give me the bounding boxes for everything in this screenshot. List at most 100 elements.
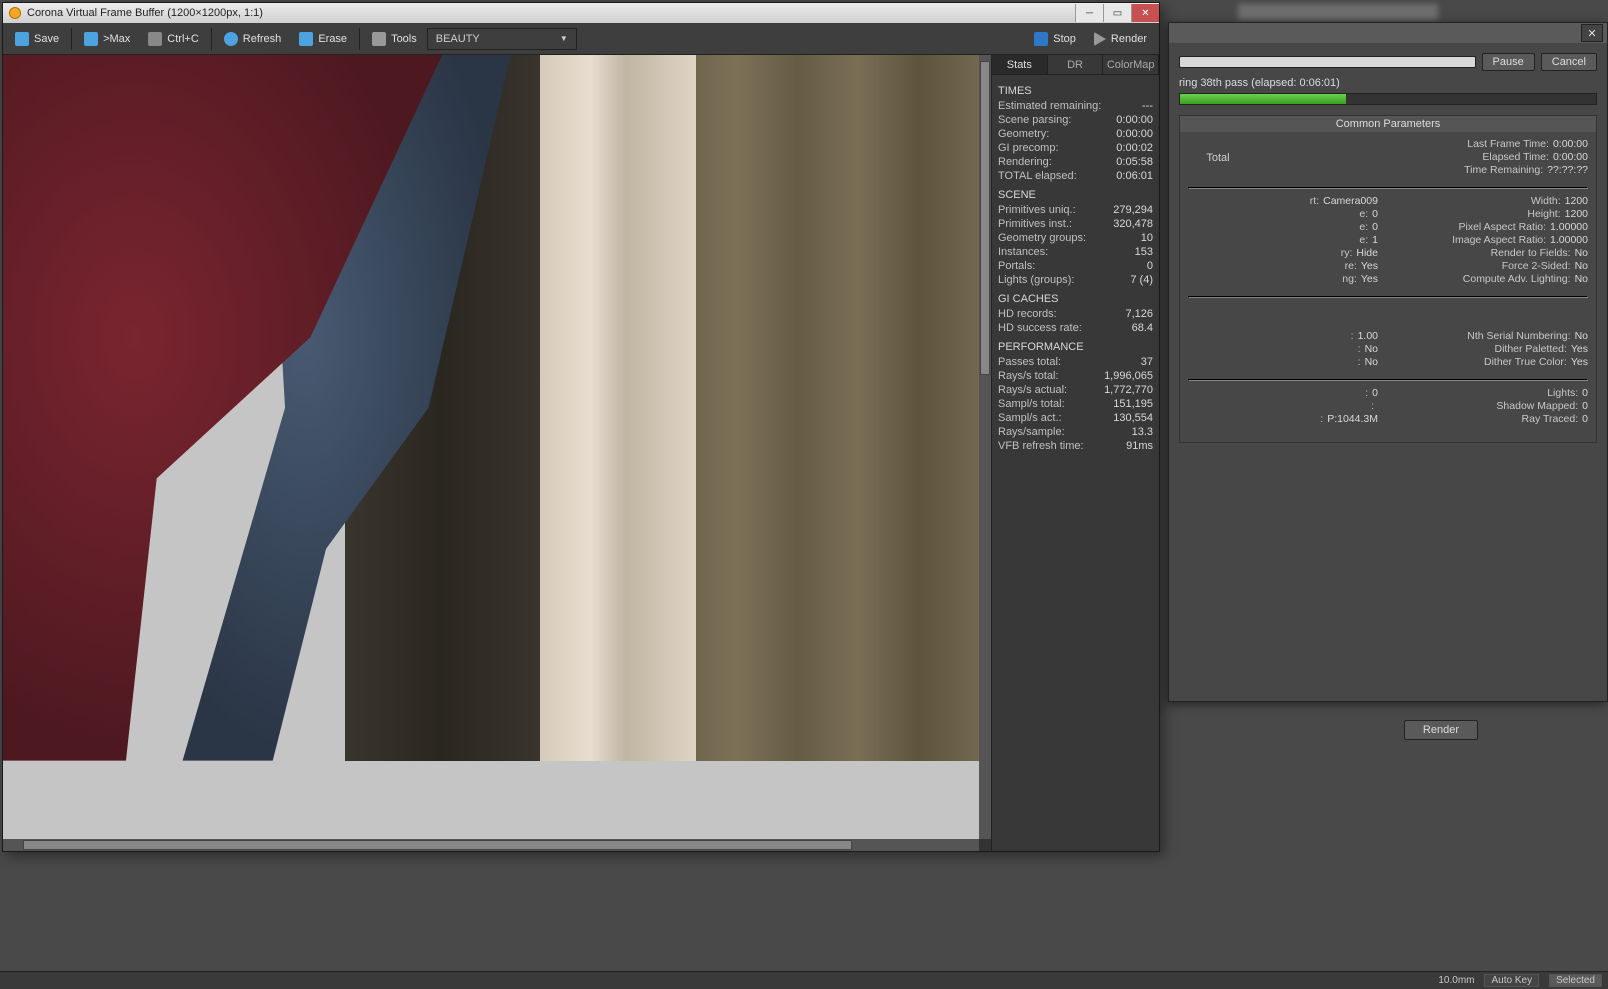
- close-button[interactable]: ✕: [1131, 4, 1159, 22]
- gi-header: GI CACHES: [998, 293, 1153, 305]
- pause-button[interactable]: Pause: [1482, 53, 1535, 71]
- param-row: Time Remaining:??:??:??: [1248, 164, 1588, 177]
- tab-stats[interactable]: Stats: [992, 55, 1048, 74]
- stat-row: Scene parsing:0:00:00: [998, 113, 1153, 127]
- channel-select[interactable]: BEAUTY ▼: [427, 28, 577, 50]
- bottom-status-bar: 10.0mm Auto Key Selected: [0, 971, 1608, 989]
- param-row: rt:Camera009: [1188, 195, 1378, 208]
- erase-icon: [299, 32, 313, 46]
- param-row: e:0: [1188, 221, 1378, 234]
- render-image: [3, 55, 979, 839]
- chevron-down-icon: ▼: [560, 34, 568, 43]
- stop-button[interactable]: Stop: [1026, 26, 1084, 52]
- stat-row: Rays/s actual:1,772,770: [998, 383, 1153, 397]
- param-row: e:0: [1188, 208, 1378, 221]
- stat-row: Estimated remaining:---: [998, 99, 1153, 113]
- stat-row: GI precomp:0:00:02: [998, 141, 1153, 155]
- stat-row: Rays/sample:13.3: [998, 425, 1153, 439]
- param-row: Nth Serial Numbering:No: [1398, 330, 1588, 343]
- render-button-secondary[interactable]: Render: [1404, 720, 1478, 740]
- rollout-header[interactable]: Common Parameters: [1180, 116, 1596, 132]
- refresh-button[interactable]: Refresh: [216, 26, 290, 52]
- selected-label[interactable]: Selected: [1549, 974, 1602, 987]
- stat-row: Primitives inst.:320,478: [998, 217, 1153, 231]
- toolbar: Save >Max Ctrl+C Refresh Erase Tools BEA…: [3, 23, 1159, 55]
- corona-icon: [9, 7, 21, 19]
- stat-row: Portals:0: [998, 259, 1153, 273]
- param-row: Pixel Aspect Ratio:1.00000: [1398, 221, 1588, 234]
- param-row: :: [1188, 400, 1378, 413]
- param-row: Shadow Mapped:0: [1398, 400, 1588, 413]
- stop-icon: [1034, 32, 1048, 46]
- render-viewport[interactable]: [3, 55, 991, 851]
- common-parameters-rollout: Common Parameters Total Last Frame Time:…: [1179, 115, 1597, 443]
- scroll-thumb-v[interactable]: [980, 61, 990, 375]
- stat-row: TOTAL elapsed:0:06:01: [998, 169, 1153, 183]
- pass-progress: [1179, 93, 1597, 105]
- stat-row: Sampl/s act.:130,554: [998, 411, 1153, 425]
- tab-colormap[interactable]: ColorMap: [1103, 55, 1159, 74]
- pass-label: ring 38th pass (elapsed: 0:06:01): [1179, 77, 1597, 89]
- dialog-titlebar[interactable]: ✕: [1169, 23, 1607, 43]
- stat-row: Geometry:0:00:00: [998, 127, 1153, 141]
- save-button[interactable]: Save: [7, 26, 67, 52]
- stat-row: Rays/s total:1,996,065: [998, 369, 1153, 383]
- param-row: ry:Hide: [1188, 247, 1378, 260]
- tools-icon: [372, 32, 386, 46]
- param-row: Lights:0: [1398, 387, 1588, 400]
- tools-button[interactable]: Tools: [364, 26, 425, 52]
- param-row: Elapsed Time:0:00:00: [1248, 151, 1588, 164]
- param-row: Last Frame Time:0:00:00: [1248, 138, 1588, 151]
- erase-button[interactable]: Erase: [291, 26, 355, 52]
- overall-progress: [1179, 56, 1476, 68]
- stat-row: Sampl/s total:151,195: [998, 397, 1153, 411]
- window-title: Corona Virtual Frame Buffer (1200×1200px…: [27, 7, 263, 19]
- param-row: Dither True Color:Yes: [1398, 356, 1588, 369]
- tab-dr[interactable]: DR: [1048, 55, 1104, 74]
- param-row: :P:1044.3M: [1188, 413, 1378, 426]
- stat-row: Geometry groups:10: [998, 231, 1153, 245]
- param-row: e:1: [1188, 234, 1378, 247]
- param-row: Height:1200: [1398, 208, 1588, 221]
- side-panel: Stats DR ColorMap TIMES Estimated remain…: [991, 55, 1159, 851]
- scroll-thumb-h[interactable]: [23, 840, 853, 850]
- param-row: Image Aspect Ratio:1.00000: [1398, 234, 1588, 247]
- dialog-close-button[interactable]: ✕: [1581, 24, 1603, 42]
- total-label: Total: [1188, 138, 1248, 164]
- param-row: Width:1200: [1398, 195, 1588, 208]
- maximize-button[interactable]: ▭: [1103, 4, 1131, 22]
- param-row: :No: [1188, 343, 1378, 356]
- titlebar[interactable]: Corona Virtual Frame Buffer (1200×1200px…: [3, 3, 1159, 23]
- stat-row: Lights (groups):7 (4): [998, 273, 1153, 287]
- ctrl-c-button[interactable]: Ctrl+C: [140, 26, 206, 52]
- autokey-toggle[interactable]: Auto Key: [1484, 974, 1539, 987]
- rendering-dialog: ✕ Pause Cancel ring 38th pass (elapsed: …: [1168, 22, 1608, 702]
- param-row: Ray Traced:0: [1398, 413, 1588, 426]
- curtain-cream: [520, 55, 696, 761]
- stat-row: Primitives uniq.:279,294: [998, 203, 1153, 217]
- side-tabs: Stats DR ColorMap: [992, 55, 1159, 75]
- render-button[interactable]: Render: [1086, 26, 1155, 52]
- stats-body: TIMES Estimated remaining:---Scene parsi…: [992, 75, 1159, 457]
- blurred-background: [1238, 4, 1438, 20]
- minimize-button[interactable]: ─: [1075, 4, 1103, 22]
- stat-row: HD success rate:68.4: [998, 321, 1153, 335]
- param-row: Compute Adv. Lighting:No: [1398, 273, 1588, 286]
- scrollbar-vertical[interactable]: [979, 55, 991, 839]
- scrollbar-horizontal[interactable]: [3, 839, 979, 851]
- param-row: :No: [1188, 356, 1378, 369]
- times-header: TIMES: [998, 85, 1153, 97]
- param-row: :0: [1188, 387, 1378, 400]
- cancel-button[interactable]: Cancel: [1541, 53, 1597, 71]
- stat-row: Rendering:0:05:58: [998, 155, 1153, 169]
- stat-row: VFB refresh time:91ms: [998, 439, 1153, 453]
- param-row: Render to Fields:No: [1398, 247, 1588, 260]
- play-icon: [1094, 32, 1106, 46]
- param-row: re:Yes: [1188, 260, 1378, 273]
- refresh-icon: [224, 32, 238, 46]
- curtain-brown: [676, 55, 979, 761]
- to-max-button[interactable]: >Max: [76, 26, 138, 52]
- vfb-window: Corona Virtual Frame Buffer (1200×1200px…: [2, 2, 1160, 852]
- stat-row: Passes total:37: [998, 355, 1153, 369]
- save-icon: [15, 32, 29, 46]
